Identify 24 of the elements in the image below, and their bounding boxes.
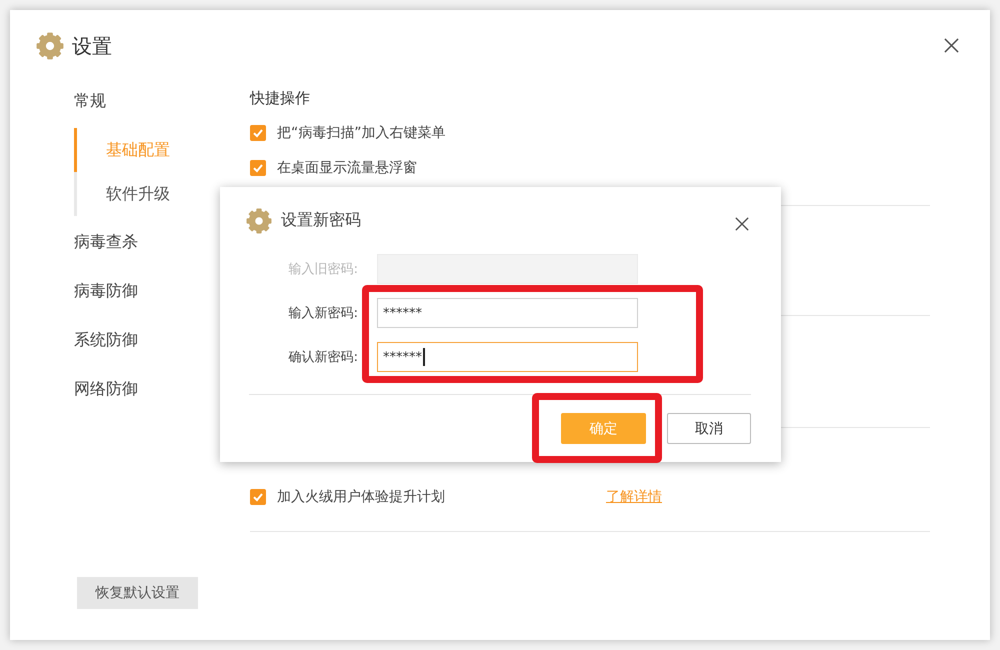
password-field[interactable]: ****** — [377, 298, 638, 328]
window-title: 设置 — [72, 32, 112, 60]
check-icon — [252, 490, 264, 502]
check-icon — [252, 162, 264, 174]
field-label: 输入新密码: — [288, 305, 358, 322]
password-field[interactable]: ****** — [377, 342, 638, 372]
dialog-title: 设置新密码 — [281, 210, 361, 231]
option-label: 加入火绒用户体验提升计划 — [277, 488, 446, 506]
check-icon — [252, 126, 264, 138]
close-icon[interactable] — [944, 38, 959, 53]
sidebar-item[interactable]: 常规 — [74, 82, 250, 120]
cancel-button[interactable]: 取消 — [667, 413, 751, 444]
section-heading: 快捷操作 — [250, 88, 311, 109]
gear-icon — [36, 32, 64, 60]
gear-icon — [246, 208, 272, 234]
checkbox[interactable] — [250, 160, 266, 176]
checkbox[interactable] — [250, 488, 266, 504]
field-label: 输入旧密码: — [288, 261, 358, 278]
field-label: 确认新密码: — [288, 349, 358, 366]
option-label: 把“病毒扫描”加入右键菜单 — [277, 124, 446, 142]
restore-defaults-button[interactable]: 恢复默认设置 — [77, 577, 198, 609]
close-icon[interactable] — [735, 217, 749, 231]
checkbox[interactable] — [250, 124, 266, 140]
option-label: 在桌面显示流量悬浮窗 — [277, 158, 417, 176]
